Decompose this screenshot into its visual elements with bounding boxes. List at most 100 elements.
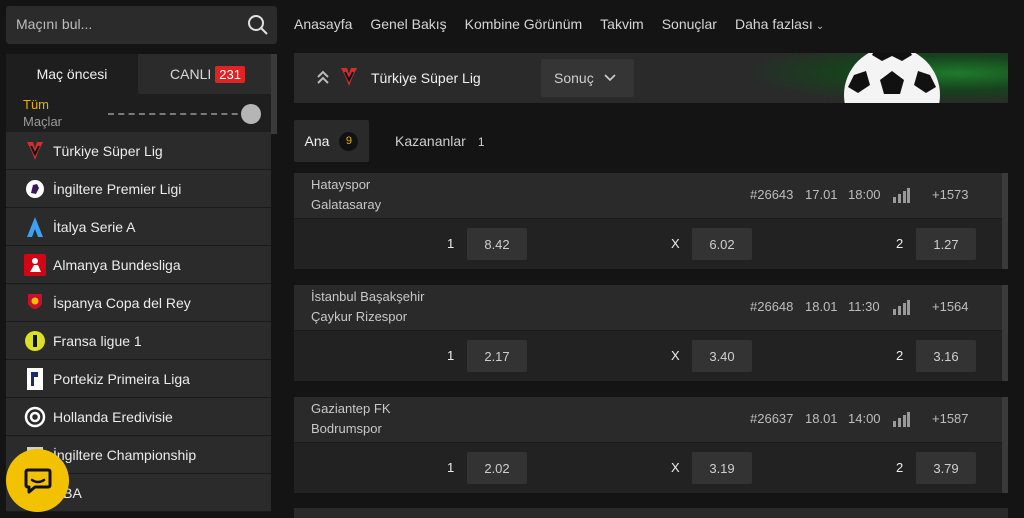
tab-winners-label: Kazananlar	[395, 133, 466, 149]
nav-combined-view[interactable]: Kombine Görünüm	[465, 16, 583, 32]
odds-row: 1 2.02 X 3.19 2 3.79	[294, 442, 1002, 493]
odd-button-draw[interactable]: 3.19	[692, 452, 752, 484]
match-info[interactable]: Hatayspor Galatasaray #26643 17.01 18:00…	[294, 173, 1002, 218]
sidebar-item-premier-league[interactable]: İngiltere Premier Ligi	[6, 170, 271, 208]
away-team: Çaykur Rizespor	[311, 309, 408, 324]
sidebar-item-label: İngiltere Premier Ligi	[53, 180, 182, 197]
nav-home[interactable]: Anasayfa	[294, 16, 352, 32]
odd-label-away: 2	[896, 460, 904, 475]
search-input[interactable]: Maçını bul...	[16, 16, 92, 32]
odd-label-draw: X	[671, 236, 680, 251]
tab-live[interactable]: CANLI 231	[138, 54, 277, 94]
odd-button-home[interactable]: 2.17	[467, 340, 527, 372]
sidebar-item-label: İspanya Copa del Rey	[53, 294, 191, 311]
match-date: 18.01	[805, 299, 838, 314]
search-icon[interactable]	[247, 14, 269, 36]
sidebar-item-serie-a[interactable]: İtalya Serie A	[6, 208, 271, 246]
match-info[interactable]: Gaziantep FK Bodrumspor #26637 18.01 14:…	[294, 397, 1002, 442]
match-date: 18.01	[805, 411, 838, 426]
eredivisie-logo-icon	[24, 406, 46, 428]
match-info[interactable]: İstanbul Başakşehir Çaykur Rizespor #266…	[294, 285, 1002, 330]
primeira-liga-logo-icon	[24, 367, 46, 390]
league-header: Türkiye Süper Lig Sonuç	[294, 53, 1008, 103]
sidebar-tabs: Maç öncesi CANLI 231	[6, 54, 277, 94]
sidebar-item-label: Almanya Bundesliga	[53, 256, 181, 273]
live-chat-button[interactable]	[6, 449, 69, 512]
sidebar-item-label: Türkiye Süper Lig	[53, 142, 163, 159]
nav-overview[interactable]: Genel Bakış	[370, 16, 446, 32]
bundesliga-logo-icon	[24, 253, 46, 276]
nav-results[interactable]: Sonuçlar	[662, 16, 717, 32]
premier-league-logo-icon	[24, 178, 46, 200]
match-card: Gaziantep FK Bodrumspor #26637 18.01 14:…	[294, 397, 1002, 493]
odd-button-home[interactable]: 2.02	[467, 452, 527, 484]
list-scrollbar[interactable]	[1002, 173, 1008, 269]
sidebar-item-label: Portekiz Primeira Liga	[53, 370, 190, 387]
match-date: 17.01	[805, 187, 838, 202]
next-match-card-edge	[294, 508, 1008, 518]
more-markets-link[interactable]: +1587	[932, 411, 969, 426]
odd-button-draw[interactable]: 6.02	[692, 228, 752, 260]
match-card: İstanbul Başakşehir Çaykur Rizespor #266…	[294, 285, 1002, 381]
copa-del-rey-logo-icon	[24, 292, 46, 314]
odd-button-draw[interactable]: 3.40	[692, 340, 752, 372]
match-search-box[interactable]: Maçını bul...	[6, 6, 277, 44]
odd-label-home: 1	[447, 348, 455, 363]
odd-label-draw: X	[671, 460, 680, 475]
match-time: 18:00	[848, 187, 881, 202]
tab-prematch[interactable]: Maç öncesi	[6, 54, 138, 94]
away-team: Bodrumspor	[311, 421, 382, 436]
match-id: #26637	[750, 411, 794, 426]
list-scrollbar[interactable]	[1002, 285, 1008, 381]
soccer-ball-icon	[844, 53, 940, 103]
nav-more[interactable]: Daha fazlası ⌄	[735, 16, 824, 32]
statistics-icon[interactable]	[892, 411, 910, 427]
sidebar-item-eredivisie[interactable]: Hollanda Eredivisie	[6, 398, 271, 436]
odd-button-away[interactable]: 3.79	[916, 452, 976, 484]
sidebar-item-primeira-liga[interactable]: Portekiz Primeira Liga	[6, 360, 271, 398]
ligue-1-logo-icon	[24, 330, 46, 352]
chevron-down-icon	[604, 74, 616, 82]
match-id: #26643	[750, 187, 794, 202]
time-filter: Tüm Maçlar	[6, 94, 271, 132]
odd-button-home[interactable]: 8.42	[467, 228, 527, 260]
collapse-icon[interactable]	[316, 69, 330, 85]
nav-more-label: Daha fazlası	[734, 16, 813, 32]
tab-winners[interactable]: Kazananlar 1	[395, 133, 485, 149]
market-select[interactable]: Sonuç	[541, 59, 634, 97]
statistics-icon[interactable]	[892, 187, 910, 203]
sidebar-item-super-lig[interactable]: Türkiye Süper Lig	[6, 132, 271, 170]
top-nav: Anasayfa Genel Bakış Kombine Görünüm Tak…	[294, 16, 824, 32]
away-team: Galatasaray	[311, 197, 382, 212]
match-time: 11:30	[848, 299, 880, 314]
tab-main[interactable]: Ana 9	[294, 120, 369, 162]
nav-calendar[interactable]: Takvim	[600, 16, 644, 32]
sidebar-item-label: Fransa ligue 1	[53, 332, 142, 349]
tab-main-label: Ana	[304, 133, 330, 149]
sidebar-item-ligue-1[interactable]: Fransa ligue 1	[6, 322, 271, 360]
filter-label-all: Tüm	[23, 97, 49, 112]
tab-live-label: CANLI	[170, 66, 212, 82]
odd-label-home: 1	[447, 460, 455, 475]
time-filter-slider[interactable]	[108, 113, 248, 115]
chat-bubble-icon	[24, 468, 51, 493]
tab-main-count: 9	[339, 131, 359, 151]
odd-button-away[interactable]: 1.27	[916, 228, 976, 260]
odd-button-away[interactable]: 3.16	[916, 340, 976, 372]
odd-label-home: 1	[447, 236, 455, 251]
sidebar-item-copa-del-rey[interactable]: İspanya Copa del Rey	[6, 284, 271, 322]
list-scrollbar[interactable]	[1002, 397, 1008, 493]
more-markets-link[interactable]: +1564	[932, 299, 969, 314]
sidebar-scrollbar[interactable]	[271, 54, 277, 134]
sidebar-item-bundesliga[interactable]: Almanya Bundesliga	[6, 246, 271, 284]
sidebar-item-label: İngiltere Championship	[53, 446, 197, 463]
home-team: İstanbul Başakşehir	[311, 289, 425, 304]
chevron-down-icon: ⌄	[815, 21, 825, 32]
slider-handle[interactable]	[241, 104, 261, 124]
market-select-value: Sonuç	[554, 70, 594, 86]
league-title: Türkiye Süper Lig	[371, 70, 481, 86]
statistics-icon[interactable]	[892, 299, 910, 315]
more-markets-link[interactable]: +1573	[932, 187, 969, 202]
odd-label-draw: X	[671, 348, 680, 363]
match-time: 14:00	[848, 411, 881, 426]
